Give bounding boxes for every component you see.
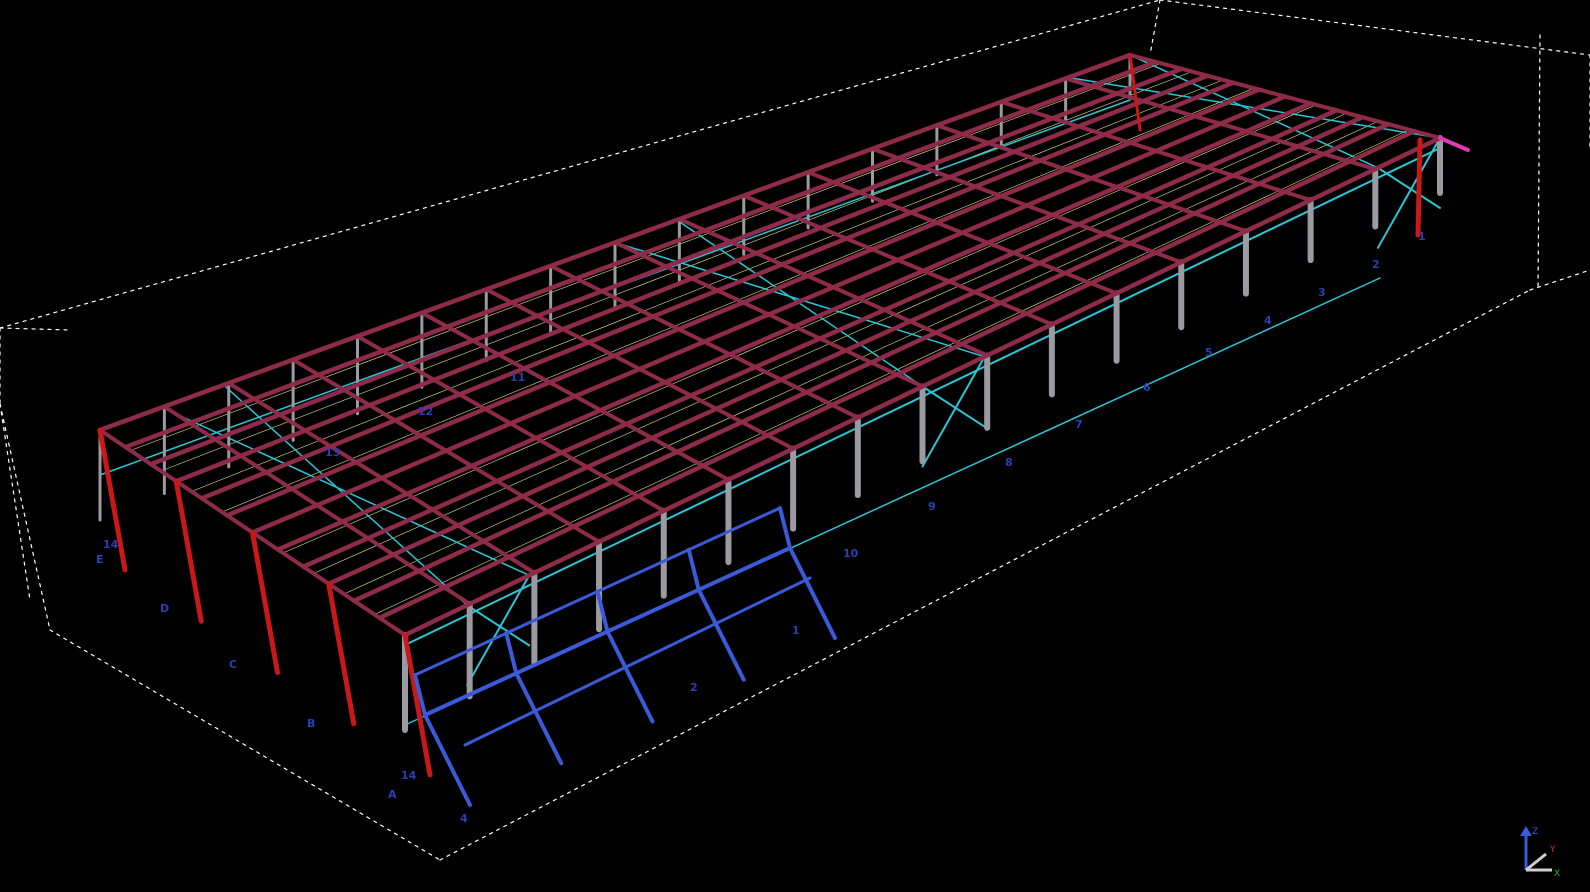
- wall-x-brace: [1376, 166, 1441, 209]
- grid-label-4: 4: [1264, 314, 1272, 327]
- end-extension-beam: [1438, 136, 1470, 152]
- canopy-column: [696, 587, 746, 682]
- bbox-edge: [0, 327, 71, 331]
- axis-triad: Y X Z: [1520, 826, 1560, 879]
- grid-label-8: 8: [1005, 456, 1013, 469]
- bbox-edge: [1537, 34, 1541, 291]
- roof-purlin: [250, 94, 1288, 535]
- grid-label-3: 3: [1318, 286, 1326, 299]
- grid-label-1a: 1: [1418, 230, 1426, 243]
- grid-label-12: 12: [418, 405, 433, 418]
- roof-purlins: [97, 52, 1443, 638]
- grid-label-11: 11: [510, 371, 525, 384]
- 3d-model-viewport[interactable]: E D C B A 14 14 13 12 11 10 9 8 7 6 5 4 …: [0, 0, 1590, 892]
- grid-label-b: B: [307, 717, 315, 730]
- canopy-beam: [463, 576, 812, 747]
- roof-purlin: [224, 87, 1262, 518]
- bbox-edge: [1529, 269, 1590, 291]
- x-axis-line: [1525, 852, 1547, 872]
- wall-x-brace: [466, 604, 531, 647]
- frame-columns: [98, 53, 1443, 733]
- grid-label-1b: 1: [792, 624, 800, 637]
- grid-label-13: 13: [325, 446, 340, 459]
- steel-frame-model[interactable]: E D C B A 14 14 13 12 11 10 9 8 7 6 5 4 …: [0, 0, 1590, 892]
- grid-label-5: 5: [1205, 346, 1213, 359]
- bbox-edge: [1159, 0, 1590, 56]
- z-axis-arrow: [1520, 826, 1532, 836]
- gable-column: [173, 478, 204, 624]
- grid-label-4b: 4: [460, 812, 468, 825]
- gable-column: [250, 530, 280, 675]
- roof-purlin: [123, 59, 1159, 450]
- wall-x-brace: [921, 385, 986, 428]
- canopy-column: [423, 713, 472, 807]
- roof-tie-lines: [99, 54, 1441, 636]
- grid-label-9: 9: [928, 500, 936, 513]
- bbox-edge: [1149, 0, 1161, 56]
- grid-label-c: C: [229, 658, 237, 671]
- grid-label-2: 2: [1372, 258, 1380, 271]
- y-axis-label: Y: [1549, 845, 1556, 855]
- grid-label-2b: 2: [690, 681, 698, 694]
- gable-column: [402, 632, 433, 778]
- grid-label-7: 7: [1075, 418, 1083, 431]
- grid-label-14a: 14: [103, 538, 119, 551]
- gable-column: [1415, 137, 1423, 238]
- grid-label-e: E: [96, 553, 104, 566]
- grid-label-6: 6: [1143, 381, 1151, 394]
- end-extension: [1438, 136, 1470, 152]
- canopy-arm: [686, 547, 701, 592]
- grid-label-14b: 14: [401, 769, 417, 782]
- bbox-edge: [0, 403, 51, 631]
- grid-label-10: 10: [843, 547, 859, 560]
- canopy-arm: [504, 631, 519, 676]
- bbox-edge: [49, 629, 441, 861]
- bbox-edge: [0, 403, 31, 601]
- canopy-arm: [778, 506, 792, 550]
- canopy-column: [605, 629, 655, 724]
- x-axis-label: X: [1554, 869, 1560, 879]
- gable-column: [326, 581, 357, 727]
- grid-label-d: D: [160, 602, 169, 615]
- z-axis-label: Z: [1532, 827, 1538, 837]
- grid-label-a: A: [388, 788, 397, 801]
